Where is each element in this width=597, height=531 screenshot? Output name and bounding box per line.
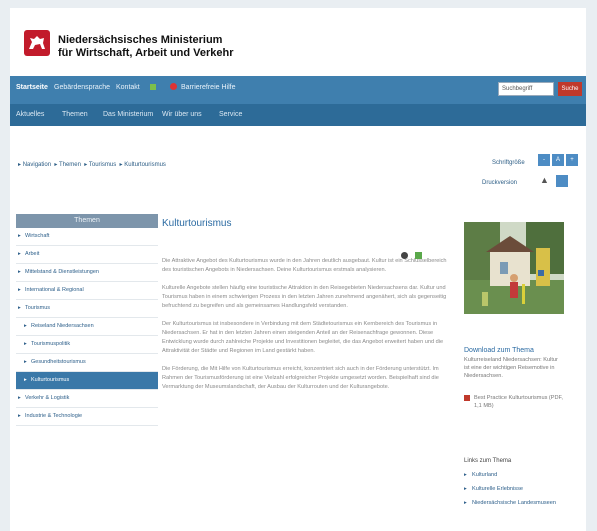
- main-content: Kulturtourismus Die Attraktive Angebot d…: [160, 214, 454, 401]
- search-button[interactable]: Suche: [558, 82, 582, 96]
- sidebar-item-arbeit[interactable]: Arbeit: [16, 246, 158, 264]
- sidebar-item-wirtschaft[interactable]: Wirtschaft: [16, 228, 158, 246]
- ministry-name-line1: Niedersächsisches Ministerium: [58, 34, 223, 46]
- print-label[interactable]: Druckversion: [482, 180, 517, 186]
- font-decrease-button[interactable]: -: [538, 154, 550, 166]
- main-navigation: Aktuelles Themen Das Ministerium Wir übe…: [10, 104, 586, 126]
- topnav-barrierefreie-hilfe[interactable]: Barrierefreie Hilfe: [181, 84, 235, 91]
- bookmark-icon[interactable]: [415, 252, 423, 259]
- font-increase-button[interactable]: +: [566, 154, 578, 166]
- content-paragraph: Der Kulturtourismus ist insbesondere in …: [162, 321, 444, 354]
- sidebar-item-tourismus[interactable]: Tourismus: [16, 300, 158, 318]
- ministry-name[interactable]: Niedersächsisches Ministerium für Wirtsc…: [58, 34, 234, 60]
- download-title: Download zum Thema: [464, 347, 534, 354]
- mainnav-themen[interactable]: Themen: [62, 111, 88, 118]
- sidebar-item-tourismuspolitik[interactable]: Tourismuspolitik: [16, 336, 158, 354]
- download-text: Kulturreiseland Niedersachsen: Kultur is…: [464, 357, 558, 379]
- share-icon[interactable]: [401, 252, 408, 259]
- topnav-startseite[interactable]: Startseite: [16, 84, 48, 91]
- help-icon[interactable]: [170, 83, 177, 90]
- sidebar-item-industrie[interactable]: Industrie & Technologie: [16, 408, 158, 426]
- sidebar-item-international[interactable]: International & Regional: [16, 282, 158, 300]
- font-size-label: Schriftgröße: [492, 160, 525, 166]
- mainnav-ministerium[interactable]: Das Ministerium: [103, 111, 153, 118]
- sidebar-item-verkehr[interactable]: Verkehr & Logistik: [16, 390, 158, 408]
- content-paragraph: Kulturelle Angebote stellen häufig eine …: [162, 285, 447, 309]
- breadcrumb-tourismus[interactable]: Tourismus: [89, 162, 116, 168]
- sidebar-item-gesundheitstourismus[interactable]: Gesundheitstourismus: [16, 354, 158, 372]
- topic-photo: [464, 222, 564, 314]
- search-input[interactable]: Suchbegriff: [498, 82, 554, 96]
- sidebar-item-mittelstand[interactable]: Mittelstand & Dienstleistungen: [16, 264, 158, 282]
- download-pdf-link[interactable]: Best Practice Kulturtourismus (PDF, 1,1 …: [464, 394, 570, 410]
- site-header: Niedersächsisches Ministerium für Wirtsc…: [10, 8, 586, 76]
- lower-saxony-horse-logo[interactable]: [24, 30, 50, 56]
- mainnav-aktuelles[interactable]: Aktuelles: [16, 111, 44, 118]
- breadcrumb-themen[interactable]: Themen: [59, 162, 81, 168]
- topnav-kontakt[interactable]: Kontakt: [116, 84, 140, 91]
- external-link[interactable]: Kulturland: [464, 472, 582, 478]
- breadcrumb-kulturtourismus: Kulturtourismus: [124, 162, 166, 168]
- page: Niedersächsisches Ministerium für Wirtsc…: [10, 8, 586, 531]
- sidebar: Themen Wirtschaft Arbeit Mittelstand & D…: [16, 214, 158, 426]
- page-title: Kulturtourismus: [162, 218, 232, 229]
- ministry-name-line2: für Wirtschaft, Arbeit und Verkehr: [58, 47, 234, 59]
- sidebar-item-reiseland[interactable]: Reiseland Niedersachsen: [16, 318, 158, 336]
- right-column: Download zum Thema Kulturreiseland Niede…: [464, 214, 582, 506]
- external-link[interactable]: Niedersächsische Landesmuseen: [464, 500, 582, 506]
- sidebar-item-kulturtourismus[interactable]: Kulturtourismus: [16, 372, 158, 390]
- print-button[interactable]: [556, 175, 568, 187]
- mainnav-wir-ueber-uns[interactable]: Wir über uns: [162, 111, 202, 118]
- breadcrumb: ▸ Navigation ▸ Themen ▸ Tourismus ▸ Kult…: [18, 162, 166, 168]
- external-link[interactable]: Kulturelle Erlebnisse: [464, 486, 582, 492]
- content-paragraph: Die Förderung, die Mit Hilfe von Kulturt…: [162, 366, 439, 390]
- breadcrumb-navigation[interactable]: Navigation: [23, 162, 51, 168]
- topnav-gebaerdensprache[interactable]: Gebärdensprache: [54, 84, 110, 91]
- share-icons: [398, 246, 423, 264]
- links-title: Links zum Thema: [464, 458, 512, 464]
- font-reset-button[interactable]: A: [552, 154, 564, 166]
- accessibility-icon[interactable]: [150, 84, 156, 90]
- sidebar-title: Themen: [16, 214, 158, 228]
- mainnav-service[interactable]: Service: [219, 111, 242, 118]
- print-icon[interactable]: ▲: [540, 175, 549, 185]
